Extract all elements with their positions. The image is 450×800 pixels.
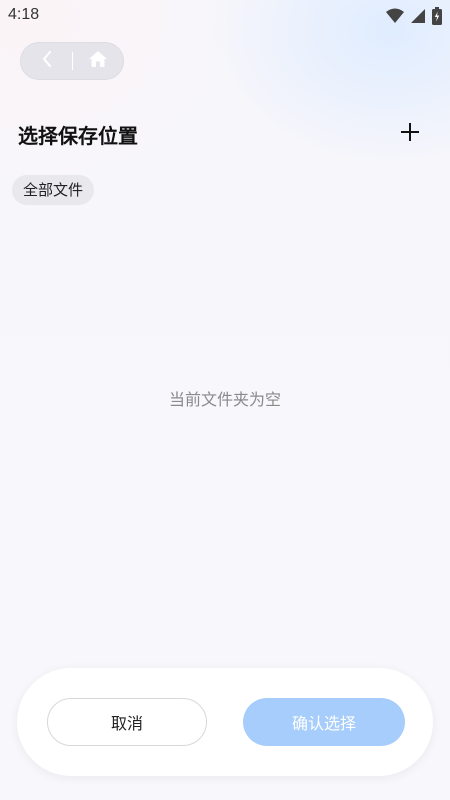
status-icons <box>386 7 442 29</box>
signal-icon <box>410 8 426 28</box>
plus-icon <box>400 122 420 146</box>
nav-capsule <box>20 42 124 80</box>
back-button[interactable] <box>21 43 72 79</box>
empty-folder-message: 当前文件夹为空 <box>168 390 281 409</box>
page-title: 选择保存位置 <box>18 124 138 148</box>
chevron-left-icon <box>41 50 53 72</box>
confirm-button[interactable]: 确认选择 <box>243 698 405 746</box>
home-button[interactable] <box>73 43 123 79</box>
wifi-icon <box>386 8 404 28</box>
battery-charging-icon <box>432 7 442 29</box>
cancel-button[interactable]: 取消 <box>47 698 207 746</box>
home-icon <box>88 50 108 72</box>
status-bar: 4:18 <box>0 0 450 32</box>
status-time: 4:18 <box>8 6 40 23</box>
breadcrumb-all-files[interactable]: 全部文件 <box>12 175 95 205</box>
add-folder-button[interactable] <box>396 120 424 148</box>
bottom-action-panel: 取消 确认选择 <box>17 668 433 776</box>
